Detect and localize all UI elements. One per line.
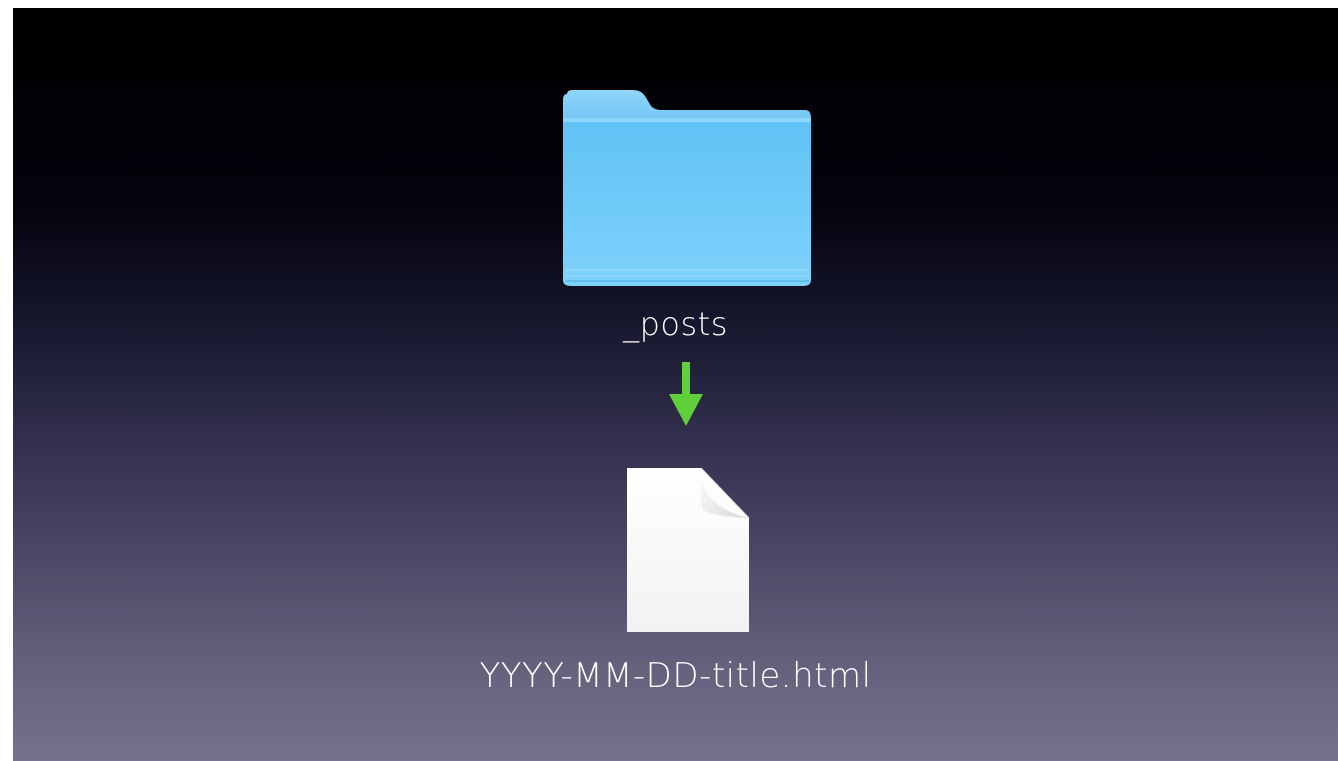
folder-label: _posts [623,305,728,343]
arrow-down-icon [669,362,703,428]
file-label: YYYY-MM-DD-title.html [479,656,872,696]
document-icon [623,466,753,634]
folder-icon [561,88,813,288]
slide-canvas: _posts YYYY-MM-DD-title.html [13,8,1338,761]
